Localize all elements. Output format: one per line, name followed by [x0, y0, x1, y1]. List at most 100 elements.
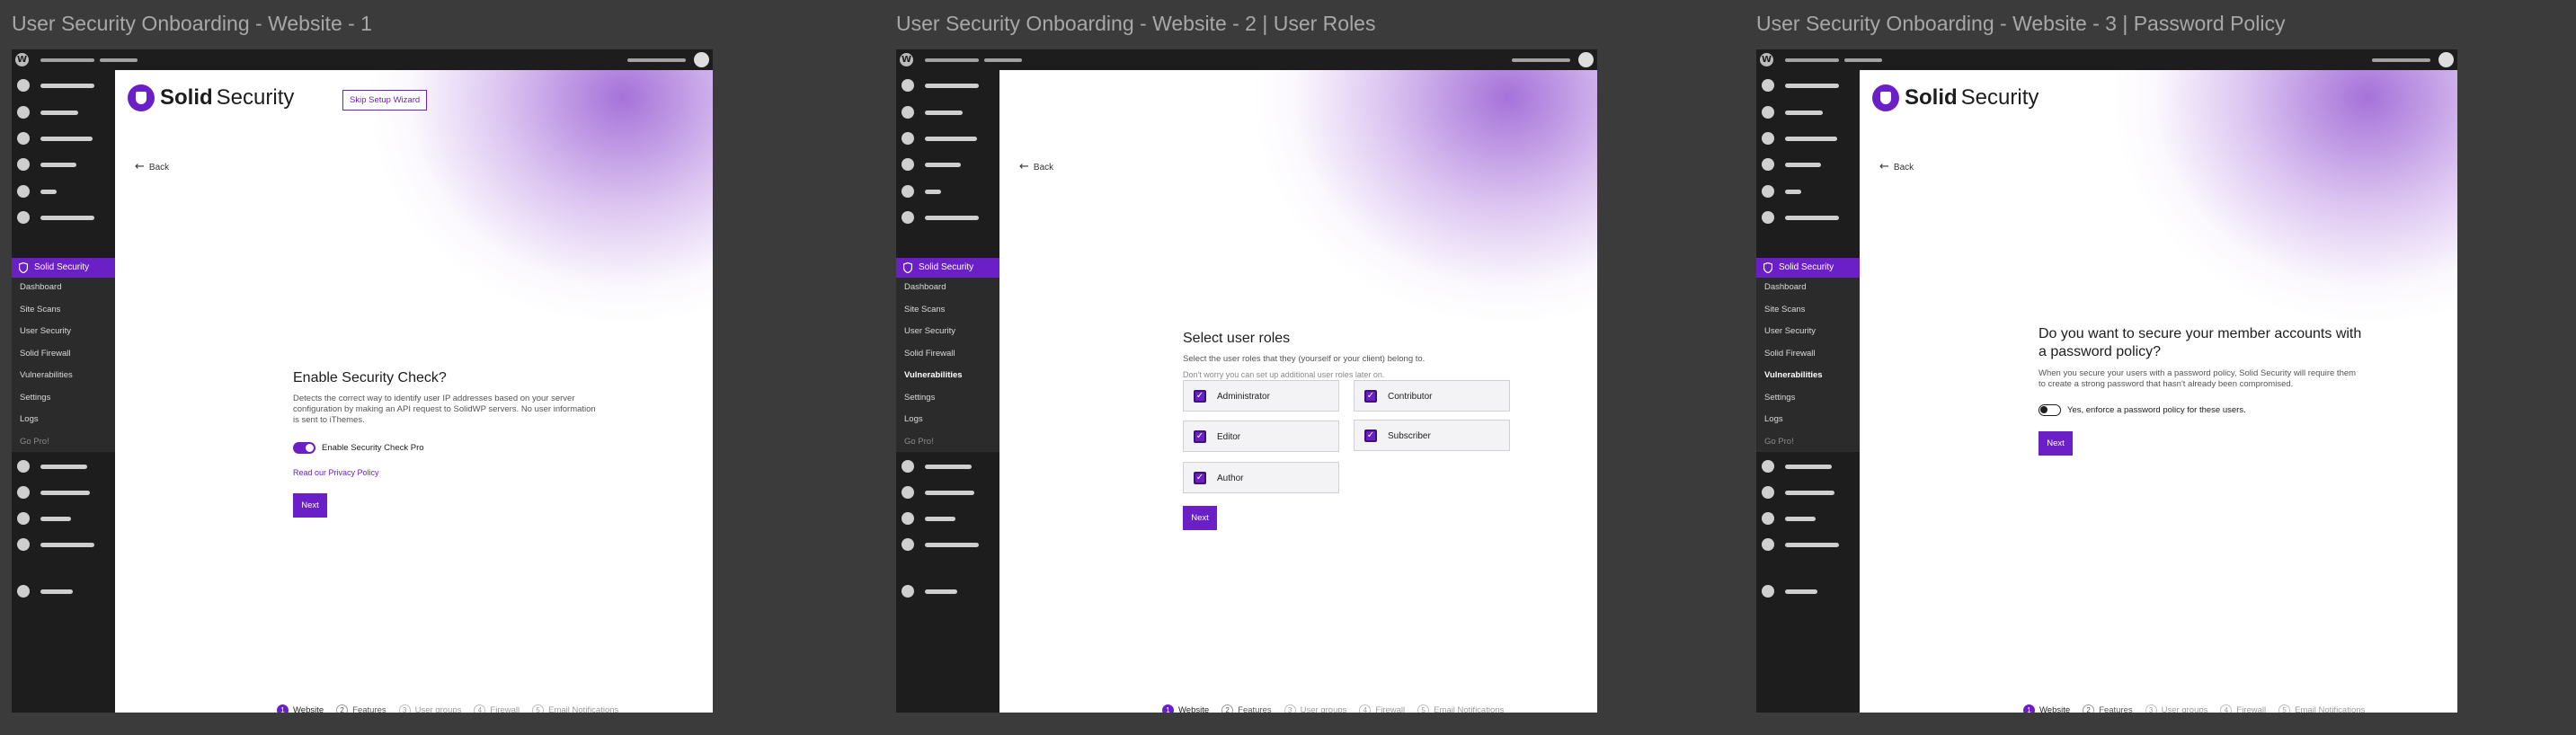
solid-security-logo: Solid Security: [1872, 84, 2039, 111]
avatar[interactable]: [2438, 52, 2454, 67]
menu-icon[interactable]: [902, 158, 914, 171]
menu-icon[interactable]: [902, 185, 914, 198]
onboarding-content: Solid Security Skip Setup Wizard ← Back E…: [115, 70, 713, 713]
role-card-contributor[interactable]: ✓ Contributor: [1354, 380, 1510, 412]
menu-icon[interactable]: [17, 185, 30, 198]
sidebar-item-vulnerabilities[interactable]: Vulnerabilities: [904, 370, 963, 380]
sidebar-item-vulnerabilities[interactable]: Vulnerabilities: [1764, 370, 1823, 380]
role-card-editor[interactable]: ✓ Editor: [1183, 421, 1339, 452]
next-button[interactable]: Next: [2039, 431, 2073, 456]
menu-icon[interactable]: [1762, 585, 1774, 598]
checkmark-icon[interactable]: ✓: [1364, 429, 1377, 442]
shield-icon: [1763, 262, 1772, 273]
security-check-toggle[interactable]: [293, 442, 315, 455]
back-link[interactable]: ← Back: [1879, 160, 1914, 173]
sidebar-item-solid-security[interactable]: Solid Security: [12, 258, 115, 278]
sidebar-item-logs[interactable]: Logs: [20, 414, 39, 424]
sidebar-item-solid-security[interactable]: Solid Security: [896, 258, 999, 278]
sidebar-item-dashboard[interactable]: Dashboard: [20, 282, 61, 292]
menu-icon[interactable]: [902, 132, 914, 145]
sidebar-item-logs[interactable]: Logs: [904, 414, 923, 424]
menu-icon[interactable]: [902, 585, 914, 598]
back-link[interactable]: ← Back: [1019, 160, 1053, 173]
skip-setup-wizard-button[interactable]: Skip Setup Wizard: [342, 90, 428, 111]
wordpress-icon[interactable]: W: [15, 53, 29, 66]
sidebar-item-solid-firewall[interactable]: Solid Firewall: [1764, 349, 1816, 359]
menu-icon[interactable]: [17, 106, 30, 119]
admin-sidebar: Solid Security Dashboard Site Scans User…: [1756, 70, 1860, 713]
toggle-label: Enable Security Check Pro: [322, 443, 424, 454]
sidebar-item-settings[interactable]: Settings: [904, 393, 935, 403]
menu-icon[interactable]: [17, 132, 30, 145]
next-button[interactable]: Next: [293, 493, 327, 518]
menu-icon[interactable]: [1762, 512, 1774, 525]
menu-icon[interactable]: [17, 538, 30, 551]
wordpress-icon[interactable]: W: [1760, 53, 1773, 66]
role-card-author[interactable]: ✓ Author: [1183, 462, 1339, 493]
role-card-administrator[interactable]: ✓ Administrator: [1183, 380, 1339, 412]
wordpress-icon[interactable]: W: [900, 53, 913, 66]
step-firewall: 4 Firewall: [474, 704, 520, 713]
menu-icon[interactable]: [1762, 486, 1774, 499]
checkmark-icon[interactable]: ✓: [1364, 390, 1377, 403]
role-card-subscriber[interactable]: ✓ Subscriber: [1354, 420, 1510, 451]
logo-text-bold: Solid: [160, 85, 213, 110]
menu-icon[interactable]: [1762, 79, 1774, 92]
logo-mark-icon: [1872, 84, 1899, 111]
menu-icon[interactable]: [902, 211, 914, 224]
menu-icon[interactable]: [902, 538, 914, 551]
sidebar-item-site-scans[interactable]: Site Scans: [904, 305, 945, 314]
checkmark-icon[interactable]: ✓: [1194, 430, 1206, 443]
step-email-notifications: 5 Email Notifications: [2278, 704, 2365, 713]
logo-text: Security: [216, 85, 295, 110]
sidebar-item-user-security[interactable]: User Security: [1764, 326, 1816, 336]
admin-bar-placeholder: [40, 58, 94, 62]
checkmark-icon[interactable]: ✓: [1194, 390, 1206, 403]
menu-icon[interactable]: [17, 211, 30, 224]
menu-icon[interactable]: [17, 460, 30, 473]
sidebar-item-dashboard[interactable]: Dashboard: [904, 282, 946, 292]
next-button[interactable]: Next: [1183, 506, 1217, 530]
sidebar-item-settings[interactable]: Settings: [1764, 393, 1795, 403]
sidebar-item-site-scans[interactable]: Site Scans: [20, 305, 60, 314]
menu-icon[interactable]: [17, 585, 30, 598]
checkmark-icon[interactable]: ✓: [1194, 472, 1206, 484]
step-firewall: 4 Firewall: [2220, 704, 2266, 713]
menu-icon[interactable]: [17, 158, 30, 171]
avatar[interactable]: [1578, 52, 1594, 67]
menu-icon[interactable]: [902, 460, 914, 473]
sidebar-item-solid-security[interactable]: Solid Security: [1756, 258, 1860, 278]
sidebar-item-solid-firewall[interactable]: Solid Firewall: [904, 349, 955, 359]
menu-icon[interactable]: [17, 486, 30, 499]
sidebar-item-settings[interactable]: Settings: [20, 393, 50, 403]
menu-icon[interactable]: [1762, 211, 1774, 224]
sidebar-item-user-security[interactable]: User Security: [904, 326, 955, 336]
menu-icon[interactable]: [902, 79, 914, 92]
sidebar-item-vulnerabilities[interactable]: Vulnerabilities: [20, 370, 73, 380]
sidebar-item-go-pro[interactable]: Go Pro!: [904, 437, 934, 447]
password-policy-toggle[interactable]: [2039, 404, 2061, 417]
menu-icon[interactable]: [1762, 185, 1774, 198]
menu-icon[interactable]: [902, 486, 914, 499]
privacy-policy-link[interactable]: Read our Privacy Policy: [293, 468, 599, 477]
sidebar-item-go-pro[interactable]: Go Pro!: [1764, 437, 1794, 447]
step-email-notifications: 5 Email Notifications: [532, 704, 618, 713]
menu-icon[interactable]: [902, 106, 914, 119]
menu-icon[interactable]: [1762, 538, 1774, 551]
menu-icon[interactable]: [902, 512, 914, 525]
sidebar-item-site-scans[interactable]: Site Scans: [1764, 305, 1805, 314]
menu-icon[interactable]: [17, 79, 30, 92]
avatar[interactable]: [694, 52, 709, 67]
back-link[interactable]: ← Back: [135, 160, 169, 173]
sidebar-item-logs[interactable]: Logs: [1764, 414, 1783, 424]
admin-bar-placeholder: [100, 58, 138, 62]
menu-icon[interactable]: [1762, 158, 1774, 171]
menu-icon[interactable]: [17, 512, 30, 525]
sidebar-item-solid-firewall[interactable]: Solid Firewall: [20, 349, 71, 359]
menu-icon[interactable]: [1762, 460, 1774, 473]
menu-icon[interactable]: [1762, 106, 1774, 119]
sidebar-item-user-security[interactable]: User Security: [20, 326, 71, 336]
sidebar-item-dashboard[interactable]: Dashboard: [1764, 282, 1806, 292]
menu-icon[interactable]: [1762, 132, 1774, 145]
sidebar-item-go-pro[interactable]: Go Pro!: [20, 437, 49, 447]
